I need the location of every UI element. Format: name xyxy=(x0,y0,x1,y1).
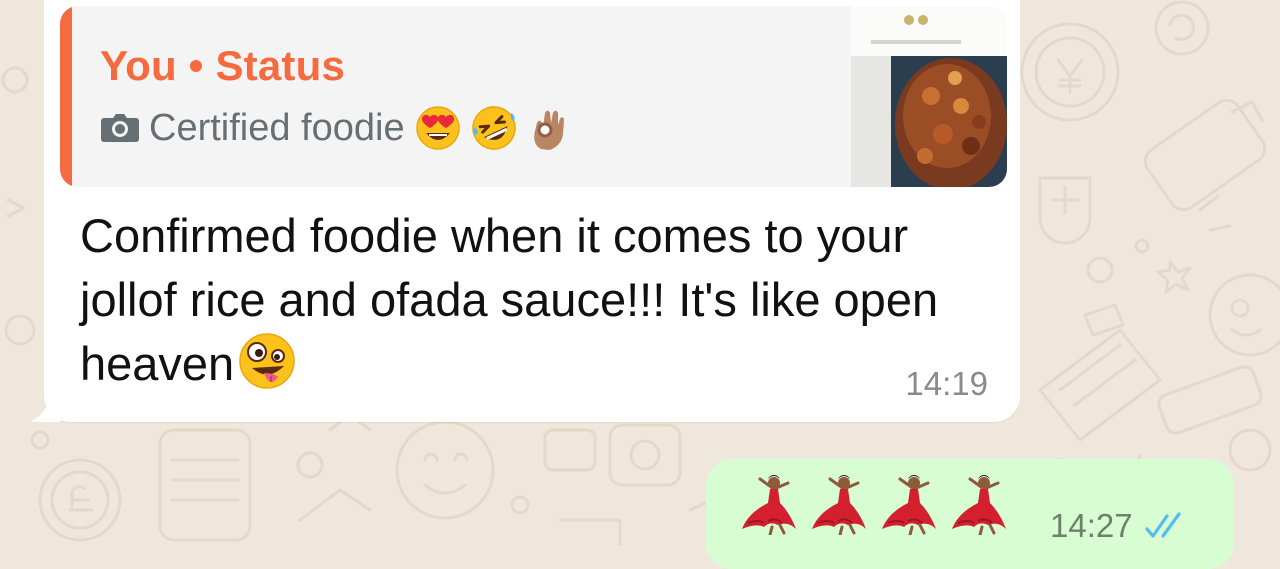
incoming-message-body: Confirmed foodie when it comes to your j… xyxy=(80,209,939,390)
outgoing-message-bubble[interactable]: 14:27 xyxy=(706,459,1234,569)
outgoing-message-meta: 14:27 xyxy=(1050,507,1191,545)
dancing-woman-emoji xyxy=(810,473,870,537)
quoted-status-preview[interactable]: You • Status Certified foodie xyxy=(60,6,1007,187)
camera-icon xyxy=(100,112,140,144)
incoming-message-bubble[interactable]: You • Status Certified foodie Confirmed … xyxy=(44,0,1020,422)
outgoing-message-timestamp: 14:27 xyxy=(1050,507,1133,544)
jollof-rice-photo-thumbnail[interactable] xyxy=(851,6,1007,187)
quoted-status-caption-row: Certified foodie xyxy=(100,104,573,152)
ok-hand-emoji xyxy=(527,105,573,151)
dancing-woman-emoji xyxy=(950,473,1010,537)
incoming-message-timestamp: 14:19 xyxy=(905,365,988,402)
heart-eyes-emoji xyxy=(415,105,461,151)
dancing-woman-emoji xyxy=(880,473,940,537)
double-check-icon xyxy=(1144,512,1181,538)
outgoing-message-emojis xyxy=(740,473,1010,537)
quoted-status-author: You • Status xyxy=(100,42,346,89)
incoming-message-text: Confirmed foodie when it comes to your j… xyxy=(80,204,1000,396)
quoted-status-caption: Certified foodie xyxy=(149,106,405,149)
quote-accent-bar xyxy=(60,6,72,187)
incoming-bubble-tail xyxy=(30,392,60,422)
rolling-laughing-emoji xyxy=(471,105,517,151)
dancing-woman-emoji xyxy=(740,473,800,537)
zany-face-emoji xyxy=(238,332,296,390)
